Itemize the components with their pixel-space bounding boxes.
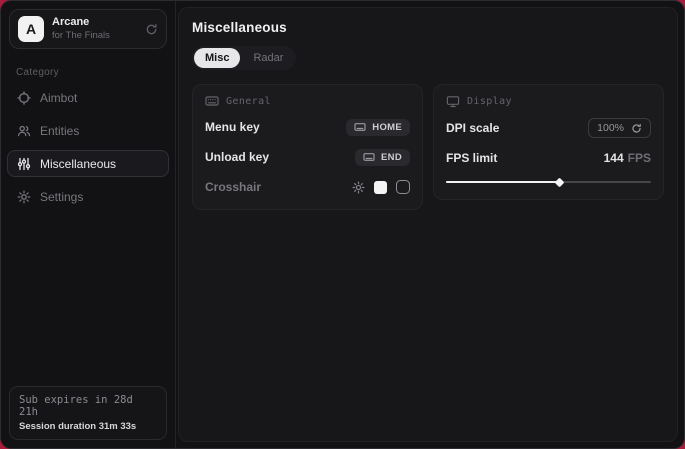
sidebar-nav: Aimbot Entities Miscella [1, 84, 175, 210]
main-panel: Miscellaneous Misc Radar General [178, 7, 678, 442]
settings-cards: General Menu key HOME [192, 84, 664, 210]
unload-key-row: Unload key END [205, 147, 410, 167]
tab-bar: Misc Radar [192, 46, 296, 70]
monitor-icon [446, 95, 460, 108]
display-card: Display DPI scale 100% [433, 84, 664, 200]
page-title: Miscellaneous [192, 20, 664, 35]
crosshair-color-swatch[interactable] [374, 181, 387, 194]
entities-icon [17, 124, 31, 138]
main-area: Miscellaneous Misc Radar General [176, 1, 684, 448]
general-card: General Menu key HOME [192, 84, 423, 210]
sidebar-item-label: Entities [40, 124, 79, 138]
sidebar-item-label: Miscellaneous [40, 157, 116, 171]
crosshair-checkbox[interactable] [396, 180, 410, 194]
unload-key-bind-button[interactable]: END [355, 149, 410, 166]
fps-limit-row: FPS limit 144FPS [446, 148, 651, 168]
sidebar-item-label: Settings [40, 190, 83, 204]
sidebar: A Arcane for The Finals Category Aimbot [1, 1, 176, 448]
fps-limit-slider[interactable] [446, 177, 651, 187]
fps-slider-fill [446, 181, 559, 183]
brand-card: A Arcane for The Finals [9, 9, 167, 49]
card-title: General [226, 96, 271, 107]
unload-key-label: Unload key [205, 150, 269, 164]
tab-radar[interactable]: Radar [242, 48, 294, 68]
session-duration-text: Session duration 31m 33s [19, 421, 157, 432]
app-subtitle: for The Finals [52, 30, 137, 42]
menu-key-row: Menu key HOME [205, 117, 410, 137]
crosshair-settings-gear-icon[interactable] [352, 181, 365, 194]
sub-expiry-text: Sub expires in 28d 21h [19, 394, 157, 418]
dpi-scale-control[interactable]: 100% [588, 118, 651, 138]
menu-key-bind-button[interactable]: HOME [346, 119, 410, 136]
gear-icon [17, 190, 31, 204]
dpi-scale-row: DPI scale 100% [446, 118, 651, 138]
fps-slider-thumb[interactable] [554, 177, 564, 187]
category-label: Category [16, 67, 175, 78]
crosshair-row: Crosshair [205, 177, 410, 197]
fps-limit-label: FPS limit [446, 151, 497, 165]
tab-misc[interactable]: Misc [194, 48, 240, 68]
crosshair-label: Crosshair [205, 180, 261, 194]
keyboard-icon [354, 122, 366, 132]
app-title: Arcane [52, 16, 137, 30]
keyboard-icon [205, 95, 219, 107]
sliders-icon [17, 157, 31, 171]
sidebar-item-entities[interactable]: Entities [7, 117, 169, 144]
crosshair-icon [17, 91, 31, 105]
sidebar-item-aimbot[interactable]: Aimbot [7, 84, 169, 111]
subscription-info-card: Sub expires in 28d 21h Session duration … [9, 386, 167, 440]
keyboard-icon [363, 152, 375, 162]
dpi-scale-value: 100% [597, 122, 624, 134]
dpi-scale-label: DPI scale [446, 121, 499, 135]
refresh-icon[interactable] [631, 123, 642, 134]
refresh-icon[interactable] [145, 23, 158, 36]
app-logo: A [18, 16, 44, 42]
card-title: Display [467, 96, 512, 107]
sidebar-item-miscellaneous[interactable]: Miscellaneous [7, 150, 169, 177]
fps-limit-value: 144FPS [604, 151, 651, 165]
app-window: A Arcane for The Finals Category Aimbot [0, 0, 685, 449]
sidebar-item-label: Aimbot [40, 91, 77, 105]
menu-key-label: Menu key [205, 120, 260, 134]
sidebar-item-settings[interactable]: Settings [7, 183, 169, 210]
